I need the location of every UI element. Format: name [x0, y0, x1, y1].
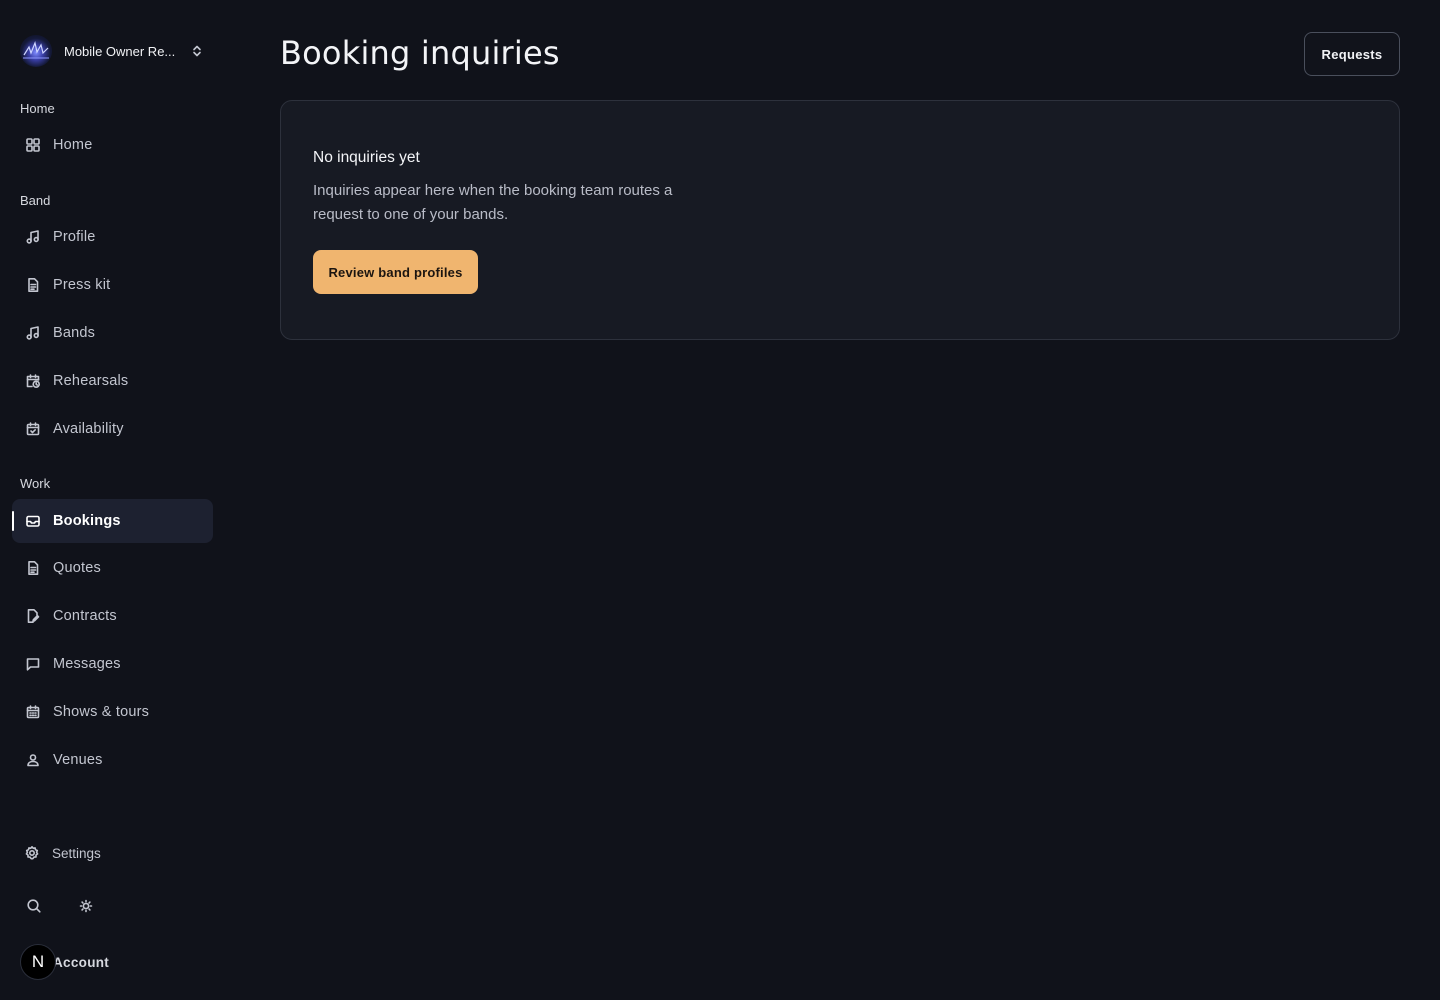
search-icon	[26, 898, 42, 914]
section-label-home: Home	[20, 101, 55, 116]
gear-icon	[24, 845, 40, 861]
message-square-icon	[25, 656, 41, 672]
empty-state-description: Inquiries appear here when the booking t…	[313, 182, 673, 223]
account-label: Account	[53, 954, 110, 970]
sun-icon	[78, 898, 94, 914]
sidebar-item-label: Shows & tours	[53, 704, 150, 720]
calendar-check-icon	[25, 421, 41, 437]
review-band-profiles-button[interactable]: Review band profiles	[313, 250, 478, 294]
avatar: N	[20, 944, 56, 980]
workspace-avatar	[20, 35, 52, 67]
sidebar-item-quotes[interactable]: Quotes	[12, 546, 213, 590]
sidebar: Mobile Owner Re... Home Home Band Profil…	[0, 0, 226, 1000]
section-label-work: Work	[20, 476, 51, 491]
layout-grid-icon	[25, 137, 41, 153]
sidebar-item-availability[interactable]: Availability	[12, 407, 213, 451]
sidebar-item-label: Venues	[53, 752, 103, 768]
workspace-name: Mobile Owner Re...	[64, 43, 176, 59]
sidebar-item-label: Press kit	[53, 277, 111, 293]
empty-state-card: No inquiries yet Inquiries appear here w…	[280, 100, 1400, 340]
workspace-switcher[interactable]: Mobile Owner Re...	[20, 34, 210, 68]
calendar-grid-icon	[25, 704, 41, 720]
document-edit-icon	[25, 608, 41, 624]
sidebar-item-label: Messages	[53, 656, 121, 672]
music-note-icon	[25, 229, 41, 245]
sidebar-item-label: Contracts	[53, 608, 117, 624]
sidebar-item-shows-tours[interactable]: Shows & tours	[12, 690, 213, 734]
inbox-icon	[25, 513, 41, 529]
chevron-up-down-icon	[190, 44, 204, 58]
sidebar-item-label: Bands	[53, 325, 96, 341]
music-note-icon	[25, 325, 41, 341]
settings-label: Settings	[52, 845, 101, 861]
document-icon	[25, 277, 41, 293]
sidebar-item-profile[interactable]: Profile	[12, 215, 213, 259]
settings-link[interactable]: Settings	[24, 842, 101, 864]
map-pin-user-icon	[25, 752, 41, 768]
search-button[interactable]	[20, 892, 48, 920]
sidebar-item-label: Profile	[53, 229, 96, 245]
sidebar-item-label: Rehearsals	[53, 373, 129, 389]
sidebar-item-label: Bookings	[53, 513, 121, 529]
sidebar-item-press-kit[interactable]: Press kit	[12, 263, 213, 307]
sidebar-item-label: Availability	[53, 421, 124, 437]
requests-button[interactable]: Requests	[1304, 32, 1400, 76]
theme-toggle-button[interactable]	[72, 892, 100, 920]
section-label-band: Band	[20, 193, 51, 208]
sidebar-item-bands[interactable]: Bands	[12, 311, 213, 355]
sidebar-item-bookings[interactable]: Bookings	[12, 499, 213, 543]
empty-state-title: No inquiries yet	[313, 149, 420, 166]
calendar-clock-icon	[25, 373, 41, 389]
sidebar-item-rehearsals[interactable]: Rehearsals	[12, 359, 213, 403]
document-icon	[25, 560, 41, 576]
sidebar-item-contracts[interactable]: Contracts	[12, 594, 213, 638]
sidebar-item-label: Quotes	[53, 560, 101, 576]
page-title: Booking inquiries	[280, 34, 560, 72]
sidebar-item-home[interactable]: Home	[12, 123, 213, 167]
sidebar-item-messages[interactable]: Messages	[12, 642, 213, 686]
sidebar-item-label: Home	[53, 137, 93, 153]
account-menu[interactable]: N Account	[20, 944, 109, 980]
sidebar-item-venues[interactable]: Venues	[12, 738, 213, 782]
